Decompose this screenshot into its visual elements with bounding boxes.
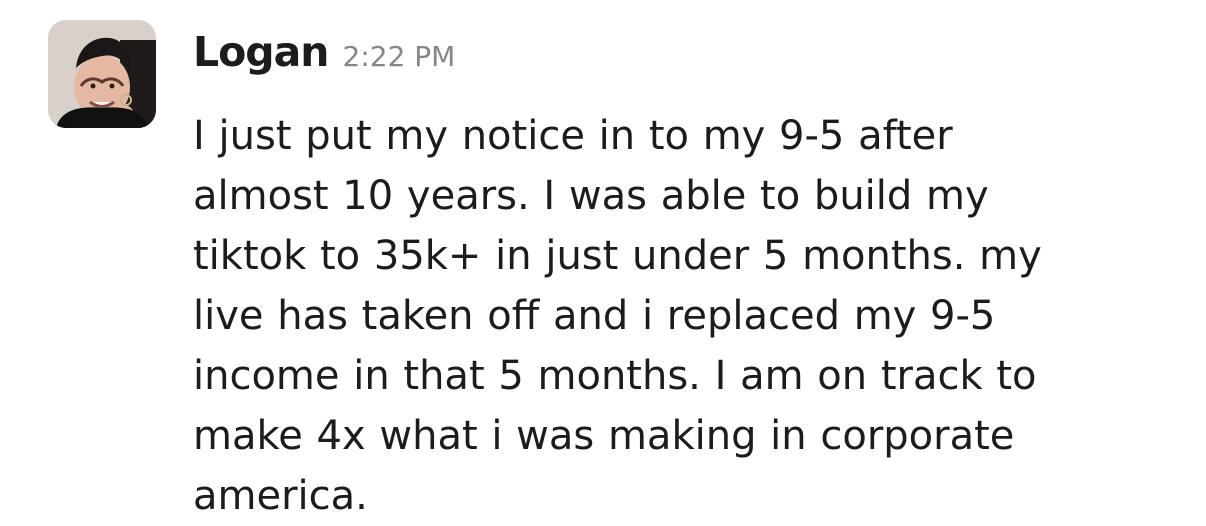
message-text-line: america. [193, 473, 368, 519]
message-content: Logan 2:22 PM I just put my notice in to… [193, 28, 1173, 526]
message-text-line: live has taken off and i replaced my 9-5 [193, 293, 996, 339]
user-avatar-photo-icon [48, 20, 156, 128]
sender-name[interactable]: Logan [193, 28, 329, 76]
message-text-line: tiktok to 35k+ in just under 5 months. m… [193, 233, 1042, 279]
message-timestamp[interactable]: 2:22 PM [343, 40, 456, 73]
message-text: I just put my notice in to my 9-5 after … [193, 106, 1173, 526]
message-text-line: make 4x what i was making in corporate [193, 413, 1015, 459]
message-text-line: income in that 5 months. I am on track t… [193, 353, 1037, 399]
message-header: Logan 2:22 PM [193, 28, 1173, 88]
user-avatar[interactable] [48, 20, 156, 128]
message-text-line: I just put my notice in to my 9-5 after [193, 113, 953, 159]
chat-message: Logan 2:22 PM I just put my notice in to… [48, 20, 1188, 520]
message-text-line: almost 10 years. I was able to build my [193, 173, 989, 219]
